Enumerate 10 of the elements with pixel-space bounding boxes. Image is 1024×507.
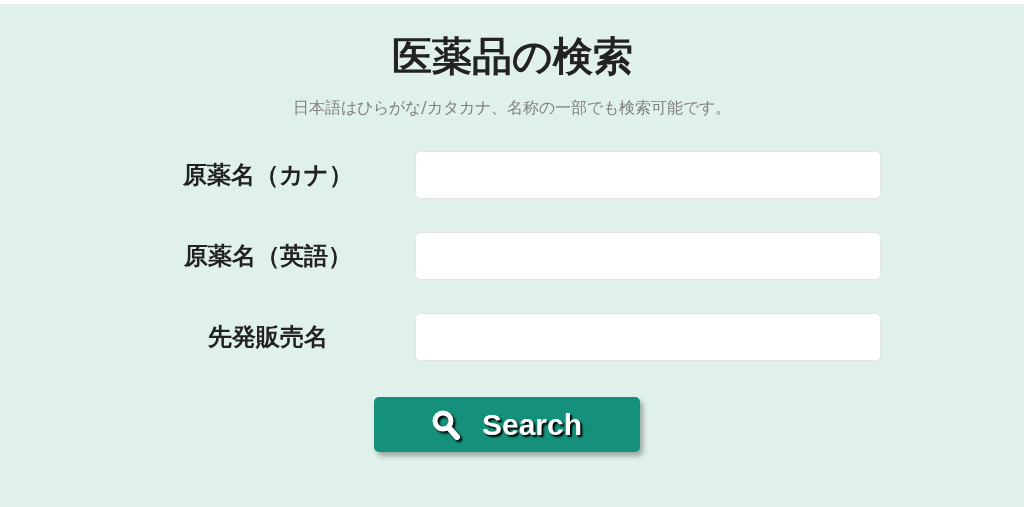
search-hint: 日本語はひらがな/カタカナ、名称の一部でも検索可能です。 <box>293 98 731 118</box>
input-field[interactable] <box>415 151 881 199</box>
input-field[interactable] <box>415 313 881 361</box>
search-button[interactable]: Search <box>374 397 640 452</box>
input-field[interactable] <box>415 232 881 280</box>
field-label: 原薬名（カナ） <box>182 160 354 191</box>
field-label: 先発販売名 <box>207 322 329 353</box>
field-label: 原薬名（英語） <box>183 241 353 272</box>
page-title: 医薬品の検索 <box>391 32 633 81</box>
search-icon <box>431 409 460 440</box>
